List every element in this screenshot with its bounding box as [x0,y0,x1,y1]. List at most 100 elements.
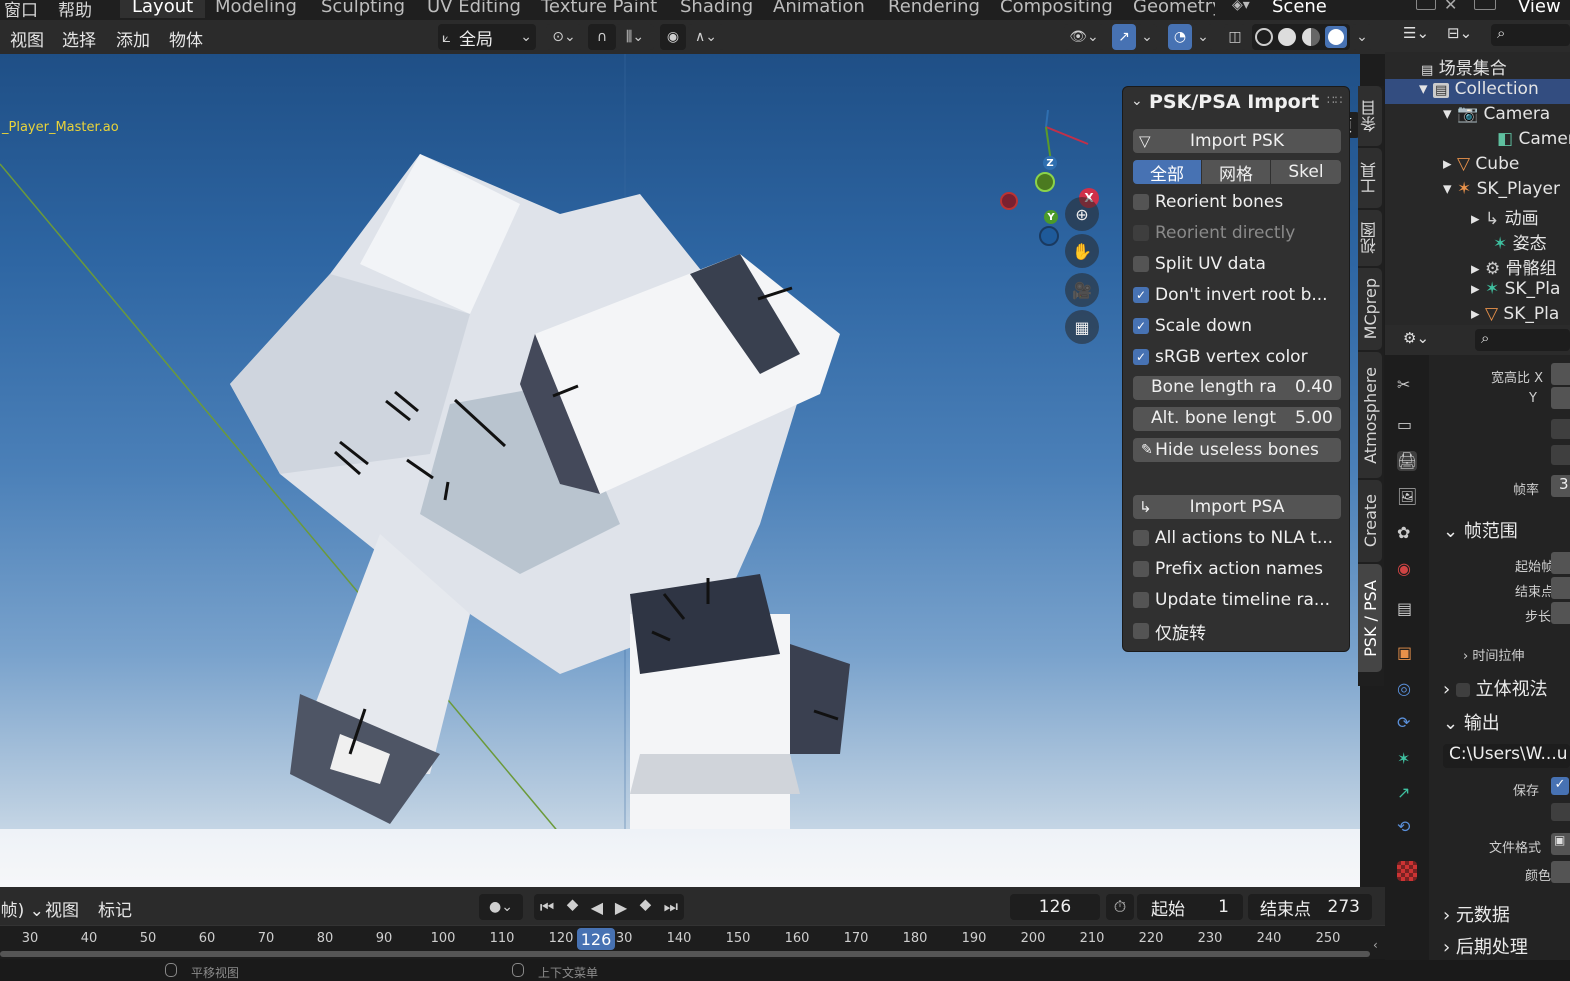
outliner-scene-collection[interactable]: ▤ 场景集合 [1421,54,1507,79]
rendered-shading-icon[interactable] [1325,26,1348,48]
color-mode-field[interactable] [1551,861,1570,883]
metadata-panel[interactable]: › 元数据 [1443,901,1510,927]
stopwatch-icon[interactable]: ⏱ [1106,894,1134,920]
gizmo-y-axis[interactable]: Y [1044,210,1058,224]
gizmo-y-negative[interactable] [1035,172,1055,192]
proportional-edit-icon[interactable]: ◉ [660,24,686,50]
pivot-point-icon[interactable]: ⊙⌄ [546,24,582,50]
tab-tool[interactable]: 工具 [1358,148,1382,208]
split-uv-data-checkbox[interactable]: Split UV data [1133,251,1266,277]
tab-rendering[interactable]: Rendering [888,0,980,18]
close-icon[interactable]: ✕ [1444,0,1457,14]
chevron-down-icon[interactable]: ⌄ [1193,24,1213,50]
menu-help[interactable]: 帮助 [58,0,92,20]
border-toggle[interactable] [1551,445,1570,465]
tab-compositing[interactable]: Compositing [1000,0,1113,18]
collection-tab-icon[interactable]: ▤ [1397,599,1417,619]
time-stretch-panel[interactable]: › 时间拉伸 [1463,645,1524,664]
alt-bone-length-field[interactable]: Alt. bone lengt 5.00 [1133,407,1341,431]
file-format-dropdown[interactable]: ▣ [1551,833,1570,855]
next-keyframe-icon[interactable]: ⯁ [639,897,652,917]
snap-icon[interactable]: ∩ [588,24,616,50]
dont-invert-root-checkbox[interactable]: ✓ Don't invert root b... [1133,282,1328,308]
output-panel[interactable]: ⌄ 输出 [1443,709,1500,735]
render-tab-icon[interactable]: ▭ [1397,415,1417,435]
gizmo-z-negative[interactable] [1039,226,1059,246]
outliner-bone-groups[interactable]: ▸ ⚙ 骨骼组 [1471,254,1557,279]
play-reverse-icon[interactable]: ◀ [591,898,603,917]
srgb-vertex-color-checkbox[interactable]: ✓ sRGB vertex color [1133,344,1308,370]
aspect-y-field[interactable] [1551,387,1570,409]
frame-start-field[interactable]: 起始 1 [1137,894,1243,920]
pan-hand-icon[interactable]: ✋ [1065,234,1099,268]
stereoscopy-panel[interactable]: › 立体视法 [1443,675,1548,701]
current-frame-field[interactable]: 126 [1010,894,1100,920]
bone-length-field[interactable]: Bone length ra 0.40 [1133,376,1341,400]
reorient-bones-checkbox[interactable]: Reorient bones [1133,189,1283,215]
display-mode-icon[interactable]: ☰⌄ [1403,24,1429,42]
segment-mesh[interactable]: 网格 [1202,160,1270,185]
reorient-directly-checkbox[interactable]: Reorient directly [1133,220,1295,246]
frame-rate-dropdown[interactable]: 3 [1551,475,1570,497]
frame-step-input[interactable] [1551,602,1570,624]
material-shading-icon[interactable] [1301,28,1320,46]
solid-shading-icon[interactable] [1278,28,1297,46]
output-tab-icon[interactable]: 🖨 [1397,451,1417,471]
overlays-toggle-icon[interactable]: ◔ [1168,24,1192,50]
jump-start-icon[interactable]: ⏮ [540,897,554,917]
outliner-camera[interactable]: ▾ 📷 Camera [1443,104,1550,124]
tab-layout[interactable]: Layout [120,0,206,18]
tab-psk-psa[interactable]: PSK / PSA [1358,564,1382,672]
falloff-icon[interactable]: ∧⌄ [688,24,724,50]
outliner-sk-pla-1[interactable]: ▸ ✶ SK_Pla [1471,279,1560,299]
tool-tab-icon[interactable]: ✂ [1397,375,1417,395]
view-layer-icon[interactable] [1474,0,1496,10]
chevron-down-icon[interactable]: ⌄ [1137,24,1157,50]
tab-animation[interactable]: Animation [773,0,865,18]
new-scene-icon[interactable] [1416,0,1436,10]
tab-item[interactable]: 条目 [1358,86,1382,146]
snap-target-icon[interactable]: ⫼⌄ [616,24,654,50]
world-tab-icon[interactable]: ◉ [1397,559,1417,579]
import-psk-button[interactable]: ▽ Import PSK [1133,129,1341,153]
import-psa-button[interactable]: ↳ Import PSA [1133,495,1341,519]
menu-select[interactable]: 选择 [62,26,96,51]
menu-add[interactable]: 添加 [116,26,150,51]
outliner-animation[interactable]: ▸ ↳ 动画 [1471,204,1539,229]
tab-geometry[interactable]: Geometry [1133,0,1215,18]
outliner-collection[interactable]: ▾ ▤ Collection [1419,79,1539,99]
view-layer-tab-icon[interactable]: 🖼 [1397,487,1417,507]
outliner-cube[interactable]: ▸ ▽ Cube [1443,154,1519,174]
view-layer-name[interactable]: View [1518,0,1561,18]
texture-tab-icon[interactable] [1397,861,1417,881]
wireframe-shading-icon[interactable] [1254,28,1273,46]
outliner-sk-pla-2[interactable]: ▸ ▽ SK_Pla [1471,304,1559,324]
tab-sculpting[interactable]: Sculpting [321,0,405,18]
scene-tab-icon[interactable]: ✿ [1397,523,1417,543]
frame-end-input[interactable] [1551,577,1570,599]
hide-useless-bones-button[interactable]: ✎ Hide useless bones [1133,438,1341,462]
crop-toggle[interactable] [1551,419,1570,439]
frame-end-field[interactable]: 结束点 273 [1248,894,1372,920]
constraints-tab-icon[interactable]: ⟳ [1397,713,1417,733]
menu-window[interactable]: 窗口 [4,0,38,20]
record-icon[interactable]: ●⌄ [479,894,523,920]
tab-texture-paint[interactable]: Texture Paint [541,0,657,18]
timeline-ruler[interactable]: 30 40 50 60 70 80 90 100 110 120 130 140 150 160 170 18… [0,925,1385,959]
editor-type-icon[interactable]: ⚙⌄ [1403,329,1429,347]
outliner-pose[interactable]: ✶ 姿态 [1493,229,1547,254]
outliner-camera-data[interactable]: ◧ Camera [1497,129,1570,149]
play-icon[interactable]: ▶ [615,898,627,917]
camera-view-icon[interactable]: 🎥 [1065,273,1099,307]
physics-tab-icon[interactable]: ◎ [1397,679,1417,699]
prev-keyframe-icon[interactable]: ⯁ [566,897,579,917]
gizmo-x-negative[interactable] [1000,192,1018,210]
tab-create[interactable]: Create [1358,480,1382,562]
chevron-down-icon[interactable]: ⌄ [1352,24,1372,50]
segment-skeleton[interactable]: Skel [1271,160,1341,184]
armature-tab-icon[interactable]: ✶ [1397,749,1417,769]
aspect-x-field[interactable] [1551,363,1570,385]
chevron-left-icon[interactable]: ‹ [1373,938,1378,952]
object-tab-icon[interactable]: ▣ [1397,643,1417,663]
prefix-action-names-checkbox[interactable]: Prefix action names [1133,556,1323,582]
